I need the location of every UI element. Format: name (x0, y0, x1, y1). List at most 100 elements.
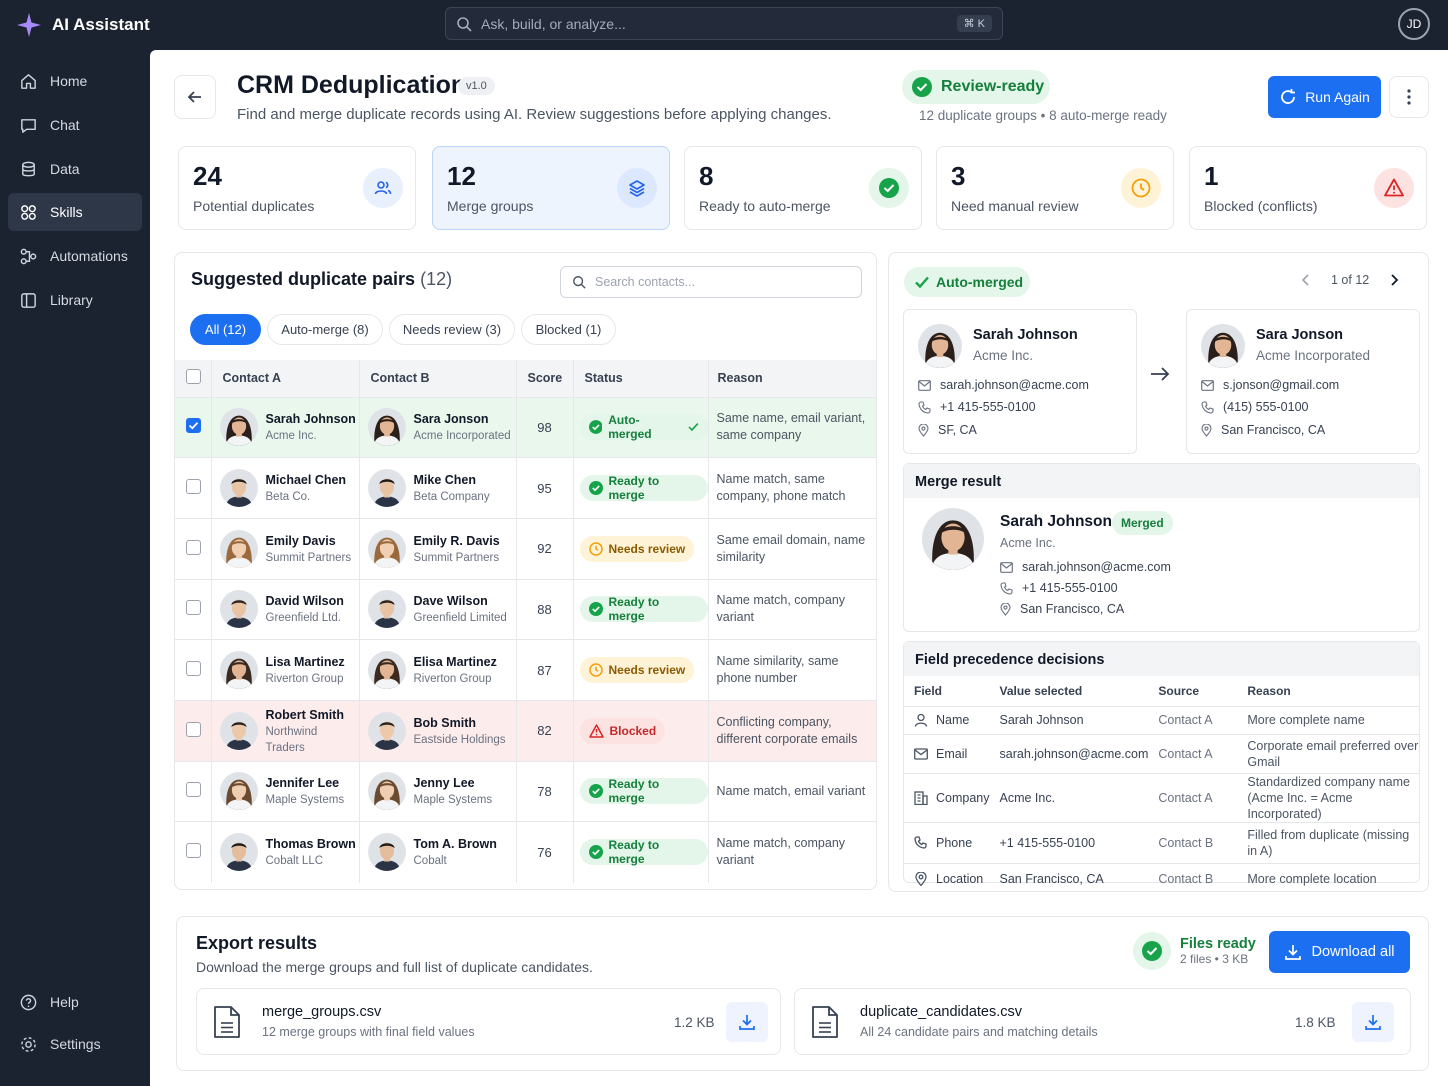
table-row[interactable]: Emily Davis Summit Partners Emily R. Davi… (175, 517, 876, 580)
chevron-left-icon[interactable] (1301, 274, 1311, 286)
sidebar-item-home[interactable]: Home (8, 62, 142, 100)
contact-a-cell[interactable]: Michael Chen Beta Co. (211, 457, 360, 519)
contact-a-cell[interactable]: David Wilson Greenfield Ltd. (211, 578, 360, 640)
row-checkbox[interactable] (186, 418, 201, 434)
pin-icon (918, 423, 929, 437)
status-badge: Blocked (579, 717, 666, 744)
source-cell: Contact A (1148, 772, 1238, 822)
phone-icon (1000, 581, 1013, 595)
source-cell: Contact A (1148, 705, 1238, 734)
pairs-table-body: Sarah Johnson Acme Inc. Sara Jonson Acme I… (175, 396, 876, 883)
table-row[interactable]: Robert Smith Northwind Traders Bob Smith E… (175, 699, 876, 762)
col-status[interactable]: Status (573, 360, 709, 397)
col-reason[interactable]: Reason (708, 360, 876, 397)
row-checkbox[interactable] (186, 782, 201, 798)
app-brand[interactable]: AI Assistant (16, 12, 150, 38)
global-search-input[interactable]: Ask, build, or analyze... ⌘ K (445, 7, 1003, 40)
phone-text: +1 415-555-0100 (1022, 581, 1118, 595)
table-row[interactable]: Jennifer Lee Maple Systems Jenny Lee Maple… (175, 760, 876, 822)
contact-b-cell[interactable]: Jenny Lee Maple Systems (359, 760, 517, 822)
sidebar-item-skills[interactable]: Skills (8, 193, 142, 231)
row-checkbox[interactable] (186, 721, 201, 737)
merge-result-section: Merge result Sarah Johnson Merged Acme I… (903, 463, 1420, 632)
tab-blocked[interactable]: Blocked (1) (521, 314, 616, 345)
stat-merge-groups[interactable]: 12 Merge groups (432, 146, 670, 230)
tab-all[interactable]: All (12) (190, 314, 261, 345)
back-button[interactable] (174, 75, 216, 119)
row-checkbox[interactable] (186, 479, 201, 495)
check-icon (688, 423, 699, 432)
tab-auto-merge[interactable]: Auto-merge (8) (267, 314, 383, 345)
sidebar-item-help[interactable]: Help (8, 983, 142, 1021)
user-avatar[interactable]: JD (1398, 8, 1430, 40)
tab-needs-review[interactable]: Needs review (3) (389, 314, 515, 345)
file-download-button[interactable] (726, 1002, 768, 1042)
row-checkbox[interactable] (186, 600, 201, 616)
table-row[interactable]: Michael Chen Beta Co. Mike Chen Beta Compa… (175, 457, 876, 519)
mail-icon (1000, 561, 1013, 573)
contact-a-cell[interactable]: Robert Smith Northwind Traders (211, 699, 360, 762)
table-row[interactable]: Lisa Martinez Riverton Group Elisa Martin… (175, 639, 876, 701)
contact-b-org: Summit Partners (413, 551, 500, 564)
contact-b-org: Greenfield Limited (413, 612, 507, 625)
pin-icon (1201, 423, 1212, 437)
contact-a-cell[interactable]: Thomas Brown Cobalt LLC (211, 821, 360, 883)
row-checkbox[interactable] (186, 843, 201, 859)
status-badge: Auto-merged (904, 267, 1030, 297)
status-label: Needs review (608, 541, 686, 556)
chevron-right-icon[interactable] (1389, 274, 1399, 286)
col-value: Value selected (999, 683, 1083, 698)
table-row[interactable]: Sarah Johnson Acme Inc. Sara Jonson Acme I… (175, 396, 876, 458)
download-all-button[interactable]: Download all (1269, 931, 1410, 973)
row-checkbox[interactable] (186, 661, 201, 677)
field-cell: Phone (904, 821, 990, 863)
sidebar-item-label: Automations (50, 248, 128, 264)
contact-name: Sara Jonson (1256, 327, 1344, 343)
contact-b-cell[interactable]: Mike Chen Beta Company (359, 457, 517, 519)
more-options-button[interactable] (1389, 76, 1429, 118)
row-select-cell (175, 821, 212, 883)
table-row[interactable]: Thomas Brown Cobalt LLC Tom A. Brown Cobal… (175, 821, 876, 883)
field-label: Phone (936, 835, 973, 850)
contact-b-cell[interactable]: Dave Wilson Greenfield Limited (359, 578, 517, 640)
arrow-left-icon (187, 91, 201, 103)
phone-icon (918, 400, 931, 414)
source-cell: Contact A (1148, 733, 1238, 773)
sidebar-item-chat[interactable]: Chat (8, 106, 142, 144)
sidebar-item-library[interactable]: Library (8, 281, 142, 319)
run-again-button[interactable]: Run Again (1268, 76, 1381, 118)
col-source: Source (1158, 683, 1200, 698)
table-row[interactable]: David Wilson Greenfield Ltd. Dave Wilson G… (175, 578, 876, 640)
score-cell: 87 (516, 639, 574, 701)
duplicate-pairs-panel: Suggested duplicate pairs (12) Search co… (174, 252, 877, 890)
contact-phone: (415) 555-0100 (1201, 400, 1308, 414)
contact-b-cell[interactable]: Sara Jonson Acme Incorporated (359, 396, 517, 458)
reason-cell: More complete name (1237, 705, 1419, 734)
status-badge: Review-ready (902, 70, 1050, 104)
contact-b-org: Maple Systems (413, 794, 493, 807)
col-score[interactable]: Score (516, 360, 574, 397)
status-badge: Needs review (579, 657, 695, 684)
file-desc: 12 merge groups with final field values (262, 1025, 475, 1039)
col-contact-b[interactable]: Contact B (359, 360, 517, 397)
files-ready-title: Files ready (1180, 936, 1256, 952)
sidebar-item-data[interactable]: Data (8, 150, 142, 188)
select-all-checkbox[interactable] (186, 369, 201, 385)
contact-b-cell[interactable]: Elisa Martinez Riverton Group (359, 639, 517, 701)
sidebar-item-automations[interactable]: Automations (8, 237, 142, 275)
check-icon (915, 276, 929, 289)
contact-a-cell[interactable]: Jennifer Lee Maple Systems (211, 760, 360, 822)
contact-a-cell[interactable]: Lisa Martinez Riverton Group (211, 639, 360, 701)
contact-b-cell[interactable]: Emily R. Davis Summit Partners (359, 517, 517, 580)
contact-b-cell[interactable]: Bob Smith Eastside Holdings (359, 699, 517, 762)
file-desc: All 24 candidate pairs and matching deta… (860, 1025, 1098, 1039)
row-checkbox[interactable] (186, 539, 201, 555)
contact-search-input[interactable]: Search contacts... (560, 266, 862, 298)
col-contact-a[interactable]: Contact A (211, 360, 360, 397)
contact-a-cell[interactable]: Emily Davis Summit Partners (211, 517, 360, 580)
contact-a-cell[interactable]: Sarah Johnson Acme Inc. (211, 396, 360, 458)
contact-b-cell[interactable]: Tom A. Brown Cobalt (359, 821, 517, 883)
reason-cell: Standardized company name (Acme Inc. = A… (1237, 772, 1419, 822)
file-download-button[interactable] (1352, 1002, 1394, 1042)
sidebar-item-settings[interactable]: Settings (8, 1025, 142, 1063)
